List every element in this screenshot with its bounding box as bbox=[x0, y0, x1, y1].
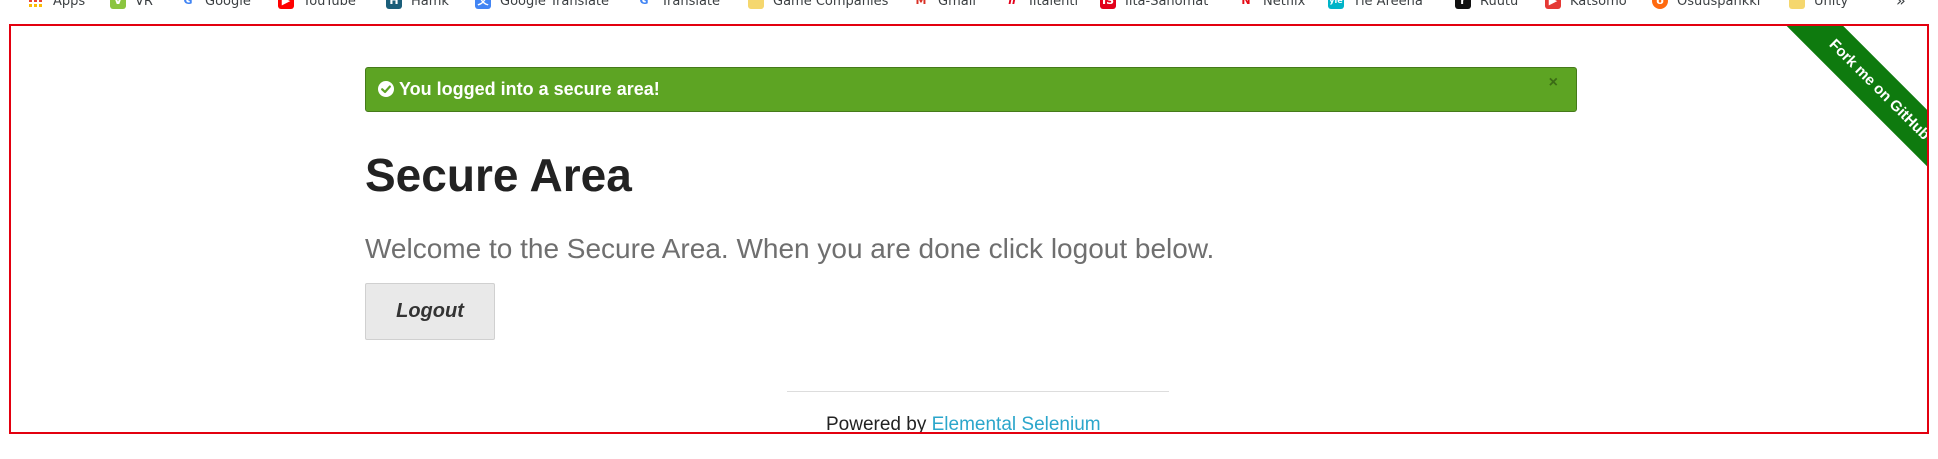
page-subheader: Welcome to the Secure Area. When you are… bbox=[365, 233, 1215, 264]
bookmark-hamk[interactable]: H Hamk bbox=[386, 0, 449, 11]
logout-button-label: Logout bbox=[396, 300, 464, 322]
page-title: Secure Area bbox=[365, 149, 632, 201]
bookmark-osuuspankki[interactable]: o Osuuspankki bbox=[1652, 0, 1760, 11]
bookmark-apps[interactable]: Apps bbox=[28, 0, 85, 11]
bookmark-label: YouTube bbox=[303, 0, 356, 9]
footer-powered-by: Powered by bbox=[826, 414, 932, 434]
katsomo-icon: ▶ bbox=[1545, 0, 1561, 9]
bookmark-google-translate[interactable]: 文 Google Translate bbox=[475, 0, 609, 11]
fork-ribbon: Fork me on GitHub bbox=[1757, 26, 1927, 196]
fork-me-on-github-link[interactable]: Fork me on GitHub bbox=[1781, 26, 1927, 188]
bookmark-label: Unity bbox=[1814, 0, 1849, 9]
elemental-selenium-link[interactable]: Elemental Selenium bbox=[932, 414, 1101, 432]
folder-icon bbox=[748, 0, 764, 9]
bookmark-label: Google Translate bbox=[500, 0, 610, 9]
gmail-icon: M bbox=[915, 0, 927, 7]
check-circle-icon bbox=[378, 81, 394, 97]
bookmark-label: Gmail bbox=[938, 0, 976, 9]
bookmark-label: Osuuspankki bbox=[1677, 0, 1761, 9]
bookmark-label: Hamk bbox=[411, 0, 449, 9]
bookmark-label: Translate bbox=[661, 0, 721, 9]
bookmark-label: Apps bbox=[53, 0, 86, 9]
youtube-icon: ▶ bbox=[278, 0, 294, 9]
netflix-icon: N bbox=[1241, 0, 1251, 7]
logout-button[interactable]: Logout bbox=[365, 283, 495, 340]
op-icon: o bbox=[1652, 0, 1668, 9]
bookmark-katsomo[interactable]: ▶ Katsomo bbox=[1545, 0, 1627, 11]
bookmark-game-companies[interactable]: Game Companies bbox=[748, 0, 888, 11]
bookmark-label: Katsomo bbox=[1570, 0, 1627, 9]
google-icon: G bbox=[639, 0, 649, 7]
bookmark-label: Google bbox=[205, 0, 251, 9]
bookmarks-bar: Apps V VR G Google ▶ YouTube H Hamk 文 Go… bbox=[0, 0, 1938, 11]
close-icon[interactable]: × bbox=[1549, 74, 1558, 92]
hamk-icon: H bbox=[386, 0, 402, 9]
ruutu-icon: r bbox=[1455, 0, 1471, 9]
bookmark-youtube[interactable]: ▶ YouTube bbox=[278, 0, 356, 11]
bookmark-yle-areena[interactable]: yle Yle Areena bbox=[1328, 0, 1423, 11]
bookmark-gmail[interactable]: M Gmail bbox=[913, 0, 976, 11]
bookmark-google[interactable]: G Google bbox=[180, 0, 251, 11]
bookmark-label: Iltalehti bbox=[1029, 0, 1079, 9]
page-footer: Powered by Elemental Selenium bbox=[826, 414, 1101, 434]
bookmark-label: Netflix bbox=[1263, 0, 1306, 9]
flash-success-message: You logged into a secure area! × bbox=[365, 67, 1577, 112]
bookmark-label: Ilta-Sanomat bbox=[1125, 0, 1209, 9]
page-viewport: Fork me on GitHub You logged into a secu… bbox=[9, 24, 1929, 434]
google-icon: G bbox=[183, 0, 193, 7]
bookmark-label: VR bbox=[135, 0, 153, 9]
bookmarks-overflow-chevron-icon[interactable]: » bbox=[1896, 0, 1906, 11]
apps-grid-icon bbox=[28, 0, 44, 9]
bookmark-label: Yle Areena bbox=[1353, 0, 1423, 9]
bookmark-netflix[interactable]: N Netflix bbox=[1238, 0, 1305, 11]
bookmark-translate[interactable]: G Translate bbox=[636, 0, 720, 11]
bookmark-ruutu[interactable]: r Ruutu bbox=[1455, 0, 1518, 11]
iltalehti-icon: il bbox=[1008, 0, 1016, 7]
bookmark-unity[interactable]: Unity bbox=[1789, 0, 1848, 11]
bookmark-vr[interactable]: V VR bbox=[110, 0, 153, 11]
iltasanomat-icon: IS bbox=[1100, 0, 1116, 9]
yle-icon: yle bbox=[1328, 0, 1344, 9]
footer-divider bbox=[787, 391, 1169, 392]
bookmark-label: Game Companies bbox=[773, 0, 889, 9]
vr-icon: V bbox=[110, 0, 126, 9]
folder-icon bbox=[1789, 0, 1805, 9]
bookmark-label: Ruutu bbox=[1480, 0, 1519, 9]
bookmark-ilta-sanomat[interactable]: IS Ilta-Sanomat bbox=[1100, 0, 1208, 11]
bookmark-iltalehti[interactable]: il Iltalehti bbox=[1004, 0, 1078, 11]
flash-message-text: You logged into a secure area! bbox=[399, 79, 660, 99]
translate-icon: 文 bbox=[475, 0, 491, 9]
